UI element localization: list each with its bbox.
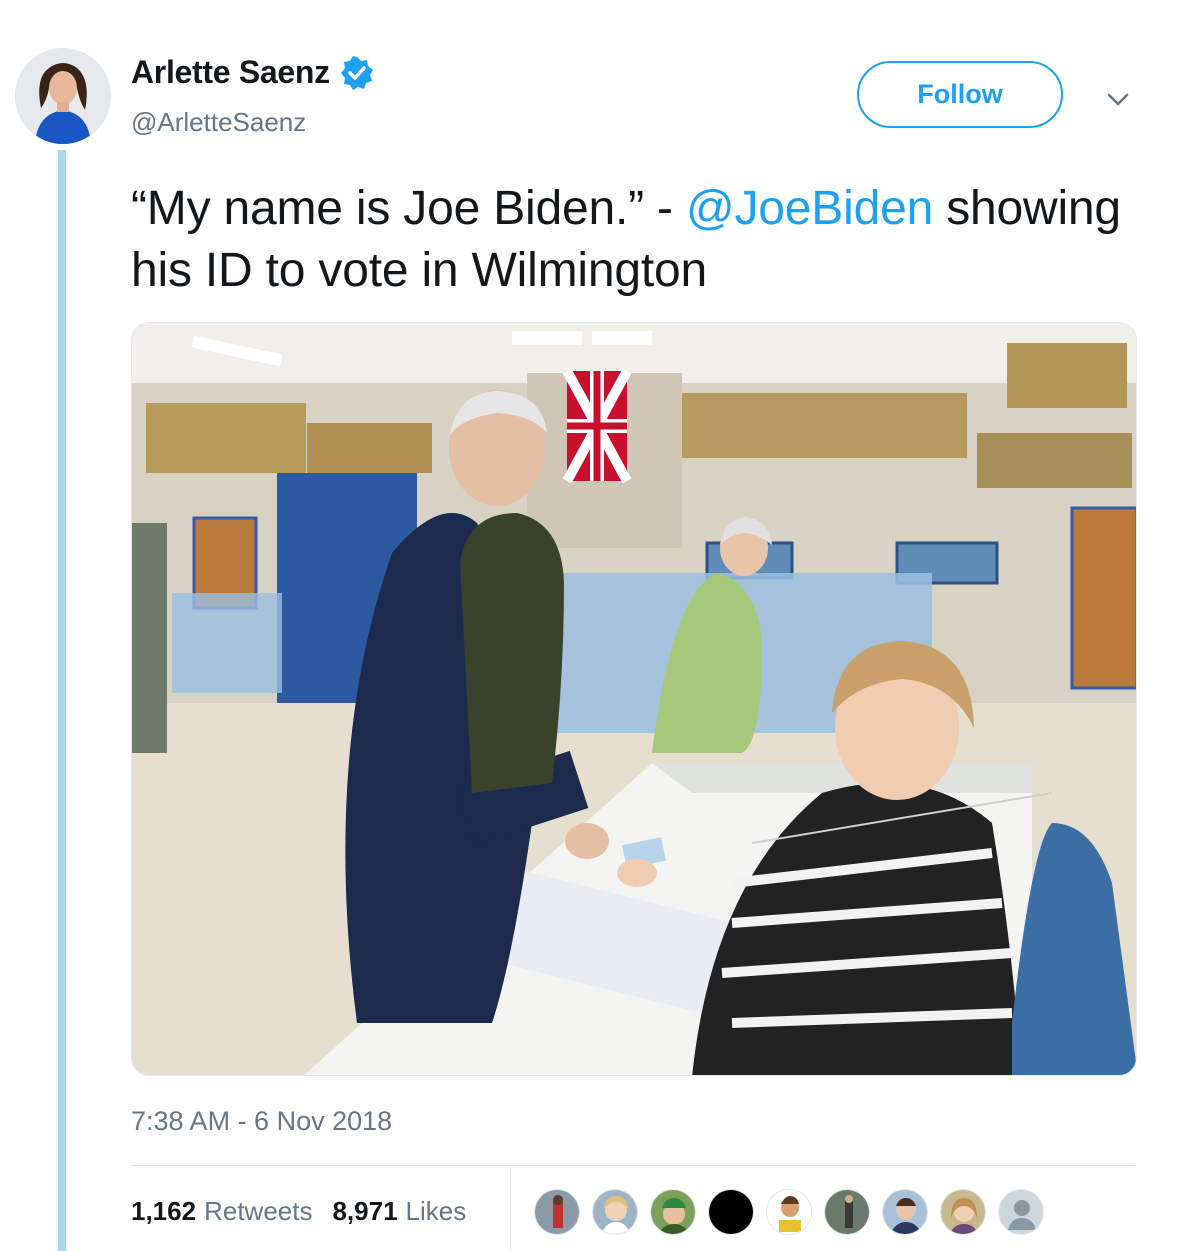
author-handle[interactable]: @ArletteSaenz [131, 107, 306, 138]
liker-avatar[interactable] [592, 1189, 638, 1235]
divider [131, 1165, 1135, 1166]
engagement-stats: 1,162 Retweets 8,971 Likes [131, 1196, 486, 1227]
liker-avatar[interactable] [766, 1189, 812, 1235]
liker-avatar[interactable] [708, 1189, 754, 1235]
tweet-timestamp[interactable]: 7:38 AM - 6 Nov 2018 [131, 1106, 392, 1137]
tweet-text: “My name is Joe Biden.” - @JoeBiden show… [131, 178, 1131, 302]
tweet-photo[interactable] [131, 322, 1137, 1076]
liker-avatar[interactable] [824, 1189, 870, 1235]
mention-link[interactable]: @JoeBiden [686, 182, 933, 235]
liker-avatars [534, 1189, 1056, 1235]
tweet-text-before: “My name is Joe Biden.” - [131, 182, 686, 235]
retweets-count: 1,162 [131, 1196, 197, 1226]
liker-avatar[interactable] [534, 1189, 580, 1235]
follow-button[interactable]: Follow [857, 61, 1063, 128]
stats-separator [510, 1168, 511, 1251]
likes-count: 8,971 [332, 1196, 398, 1226]
retweets-label: Retweets [204, 1196, 313, 1226]
author-name-row: Arlette Saenz [131, 54, 374, 91]
liker-avatar[interactable] [940, 1189, 986, 1235]
likes-label: Likes [405, 1196, 467, 1226]
default-avatar-icon[interactable] [998, 1189, 1044, 1235]
liker-avatar[interactable] [882, 1189, 928, 1235]
retweets-stat[interactable]: 1,162 Retweets [131, 1196, 312, 1227]
author-display-name[interactable]: Arlette Saenz [131, 54, 330, 91]
verified-badge-icon [340, 55, 374, 90]
likes-stat[interactable]: 8,971 Likes [332, 1196, 466, 1227]
liker-avatar[interactable] [650, 1189, 696, 1235]
thread-line [58, 150, 66, 1251]
chevron-down-icon[interactable] [1103, 84, 1133, 114]
author-avatar[interactable] [15, 48, 111, 144]
